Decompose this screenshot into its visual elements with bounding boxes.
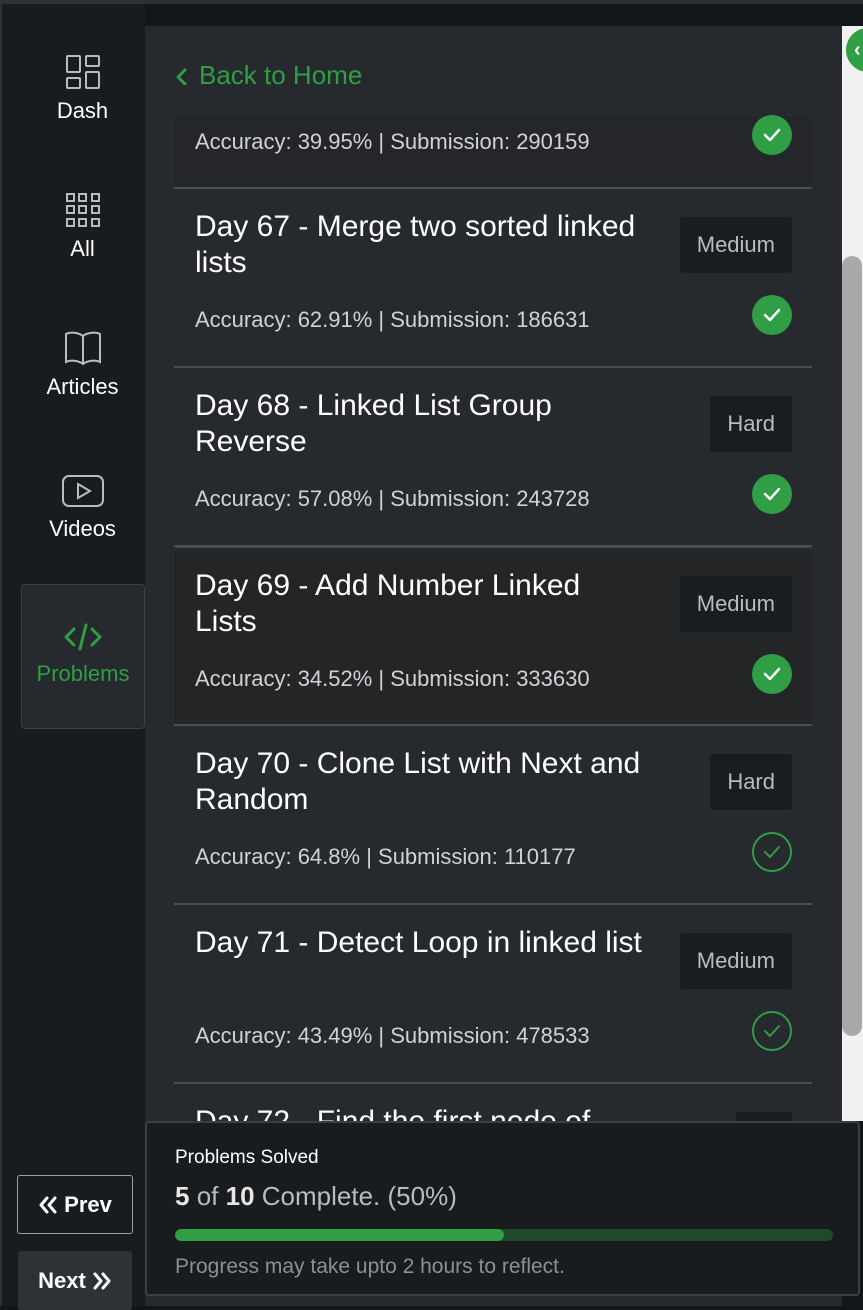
sidebar-item-all[interactable]: All — [20, 192, 145, 262]
prev-button[interactable]: Prev — [17, 1175, 133, 1234]
problem-row[interactable]: Day 71 - Detect Loop in linked list Medi… — [174, 905, 812, 1084]
problem-row[interactable]: Day 67 - Merge two sorted linked lists M… — [174, 189, 812, 368]
problem-meta: Accuracy: 39.95% | Submission: 290159 — [195, 129, 590, 154]
sidebar-item-videos[interactable]: Videos — [20, 474, 145, 542]
difficulty-badge: Medium — [679, 576, 792, 632]
sidebar-item-label: Videos — [49, 516, 116, 541]
back-label: Back to Home — [199, 60, 363, 90]
progress-count: 5 of 10 Complete. (50%) — [175, 1181, 457, 1212]
solved-check-icon — [752, 654, 792, 694]
problem-meta: Accuracy: 57.08% | Submission: 243728 — [195, 486, 590, 511]
sidebar-item-dash[interactable]: Dash — [20, 54, 145, 124]
problem-row[interactable]: Day 70 - Clone List with Next and Random… — [174, 726, 812, 905]
of-text: of — [196, 1181, 219, 1211]
scrollbar-thumb[interactable] — [842, 256, 862, 1036]
problem-title: Day 71 - Detect Loop in linked list — [195, 926, 642, 959]
difficulty-badge: Hard — [710, 754, 792, 810]
problem-meta: Accuracy: 43.49% | Submission: 478533 — [195, 1023, 590, 1048]
solved-count: 5 — [175, 1181, 190, 1211]
problem-title: Day 70 - Clone List with Next and Random — [195, 747, 641, 816]
unsolved-check-icon — [752, 1011, 792, 1051]
problem-title: Day 67 - Merge two sorted linked lists — [195, 210, 636, 279]
problem-title: Day 68 - Linked List Group Reverse — [195, 389, 552, 458]
solved-check-icon — [752, 115, 792, 155]
solved-check-icon — [752, 295, 792, 335]
sidebar-item-problems[interactable]: Problems — [21, 584, 145, 729]
problem-title: Day 69 - Add Number Linked Lists — [195, 569, 581, 638]
problem-list: Accuracy: 39.95% | Submission: 290159 Da… — [174, 115, 812, 1263]
code-icon — [64, 623, 102, 651]
double-chevron-right-icon — [93, 1272, 111, 1289]
problem-row[interactable]: Accuracy: 39.95% | Submission: 290159 — [174, 115, 812, 189]
chevron-left-icon — [176, 68, 187, 85]
next-button[interactable]: Next — [18, 1251, 132, 1310]
prev-label: Prev — [64, 1191, 112, 1217]
difficulty-badge: Medium — [679, 933, 792, 989]
unsolved-check-icon — [752, 832, 792, 872]
progress-bar-fill — [175, 1229, 504, 1241]
sidebar-item-articles[interactable]: Articles — [20, 330, 145, 400]
book-icon — [64, 331, 101, 366]
problem-meta: Accuracy: 64.8% | Submission: 110177 — [195, 844, 576, 869]
sidebar-item-label: Articles — [46, 374, 119, 399]
problem-row[interactable]: Day 68 - Linked List Group Reverse Hard … — [174, 368, 812, 547]
problem-row[interactable]: Day 69 - Add Number Linked Lists Medium … — [174, 547, 812, 726]
problem-meta: Accuracy: 34.52% | Submission: 333630 — [195, 666, 590, 691]
difficulty-badge: Hard — [710, 396, 792, 452]
sidebar-item-label: All — [70, 236, 95, 261]
difficulty-badge: Medium — [679, 217, 792, 273]
complete-text: Complete. (50%) — [261, 1181, 457, 1211]
video-icon — [61, 475, 104, 507]
double-chevron-left-icon — [39, 1196, 57, 1213]
sidebar-item-label: Problems — [36, 661, 130, 686]
total-count: 10 — [225, 1181, 255, 1211]
progress-note: Progress may take upto 2 hours to reflec… — [175, 1255, 565, 1278]
progress-card: Problems Solved 5 of 10 Complete. (50%) … — [145, 1121, 860, 1296]
progress-title: Problems Solved — [175, 1147, 319, 1168]
sidebar: Dash All Articles Videos Problems Prev N — [0, 4, 145, 1310]
chevron-left-icon: ‹ — [854, 38, 861, 61]
next-label: Next — [38, 1267, 86, 1293]
progress-bar — [175, 1229, 833, 1241]
sidebar-item-label: Dash — [56, 98, 109, 123]
problems-panel: Back to Home Accuracy: 39.95% | Submissi… — [145, 26, 842, 1306]
dashboard-icon — [65, 55, 100, 89]
problem-meta: Accuracy: 62.91% | Submission: 186631 — [195, 307, 590, 332]
grid-icon — [65, 193, 100, 227]
solved-check-icon — [752, 474, 792, 514]
back-to-home-link[interactable]: Back to Home — [175, 60, 362, 91]
